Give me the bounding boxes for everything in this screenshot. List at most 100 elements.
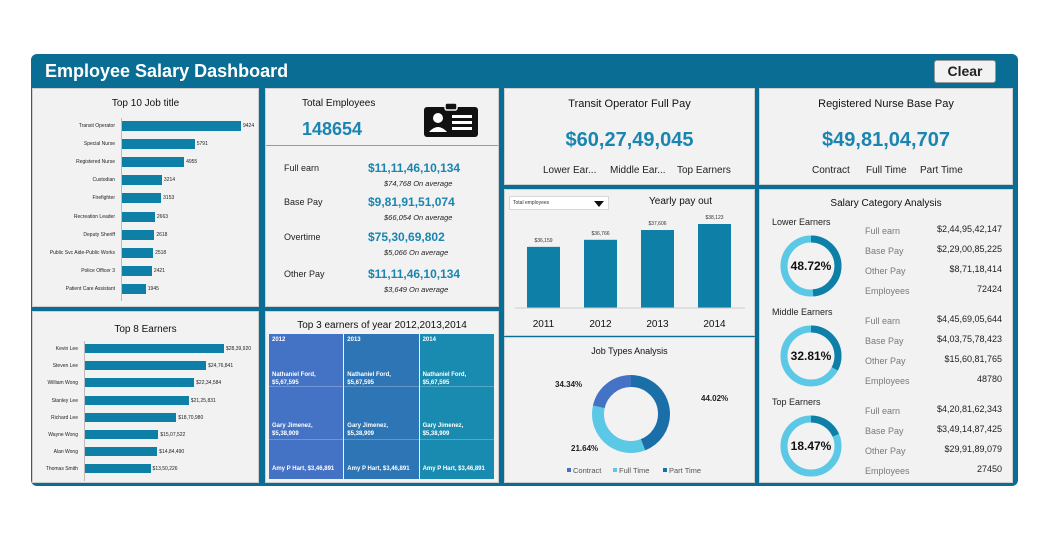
yearly-value-label: $38,123 — [705, 215, 723, 221]
total-employees-value: 148654 — [302, 119, 363, 139]
bar-mark — [121, 193, 162, 204]
legend-swatch — [663, 468, 667, 472]
salary-group-name: Middle Earners — [772, 307, 833, 317]
yearly-bar — [584, 239, 617, 308]
yearly-category-label: 2013 — [646, 319, 669, 330]
bar-label: Deputy Sheriff — [83, 231, 115, 238]
bar-mark — [84, 430, 159, 439]
transit-card: Transit Operator Full Pay $60,27,49,045 … — [504, 88, 755, 185]
bar-mark — [121, 139, 195, 150]
transit-title: Transit Operator Full Pay — [568, 98, 691, 110]
treemap-column-2014[interactable]: 2014 Nathaniel Ford, $5,67,595 Gary Jimene… — [419, 334, 494, 479]
nurse-card: Registered Nurse Base Pay $49,81,04,707 … — [759, 88, 1013, 185]
row-average: $3,649 On average — [384, 285, 448, 294]
bar-value-label: 9424 — [243, 123, 255, 129]
salary-row-label: Base Pay — [865, 426, 904, 436]
top-jobs-title: Top 10 Job title — [111, 98, 180, 109]
nurse-value: $49,81,04,707 — [822, 129, 950, 151]
treemap-cell: Nathaniel Ford, $5,67,595 — [347, 372, 391, 386]
clear-button[interactable]: Clear — [934, 60, 996, 83]
bar-mark — [84, 412, 177, 422]
top-jobs-card: Top 10 Job title Transit Operator 9424 Spe… — [32, 88, 259, 307]
top-earners-title: Top 8 Earners — [114, 324, 177, 335]
treemap-column-2012[interactable]: 2012 Nathaniel Ford, $5,67,595 Gary Jimene… — [269, 334, 344, 479]
treemap-divider — [344, 439, 419, 440]
top3-title: Top 3 earners of year 2012,2013,2014 — [297, 320, 467, 331]
salary-group: Middle Earners 32.81% Full earn $4,45,69,05… — [760, 307, 1012, 395]
salary-row-value: $15,60,81,765 — [944, 354, 1002, 364]
donut-slice-label: 34.34% — [555, 380, 582, 389]
salary-row-value: 48780 — [976, 374, 1002, 384]
salary-row-value: $4,20,81,62,343 — [936, 404, 1002, 414]
bar-label: Kevin Lee — [55, 346, 78, 352]
treemap-year: 2013 — [347, 337, 361, 343]
bar-value-label: $21,25,831 — [190, 397, 216, 404]
bar-label: Alan Wong — [53, 449, 78, 456]
salary-group-name: Lower Earners — [772, 217, 831, 227]
yearly-value-label: $36,159 — [534, 238, 552, 244]
legend-label: Part Time — [669, 466, 701, 475]
treemap-divider — [344, 386, 419, 387]
salary-row-value: 72424 — [976, 284, 1002, 294]
dashboard-title: Employee Salary Dashboard — [45, 61, 289, 81]
bar-mark — [121, 175, 162, 186]
transit-link-lower[interactable]: Lower Ear... — [543, 165, 596, 176]
bar-label: Thomas Smith — [45, 466, 78, 473]
salary-row-value: 27450 — [976, 464, 1002, 474]
row-label: Full earn — [284, 163, 320, 173]
transit-link-top[interactable]: Top Earners — [677, 165, 731, 176]
salary-row-label: Employees — [865, 286, 910, 296]
salary-group-percent: 32.81% — [790, 349, 832, 363]
bar-mark — [84, 447, 158, 457]
salary-row-label: Employees — [865, 466, 910, 476]
row-value: $11,11,46,10,134 — [368, 161, 461, 175]
salary-group: Lower Earners 48.72% Full earn $2,44,95,42,… — [760, 217, 1012, 305]
legend-swatch — [613, 468, 617, 472]
transit-link-middle[interactable]: Middle Ear... — [610, 165, 666, 176]
nurse-link-fulltime[interactable]: Full Time — [866, 165, 907, 176]
bar-mark — [84, 395, 189, 405]
salary-row-value: $2,29,00,85,225 — [936, 244, 1002, 254]
salary-row-value: $4,03,75,78,423 — [936, 334, 1002, 344]
row-average: $5,066 On average — [384, 248, 448, 257]
bar-value-label: 2421 — [153, 267, 165, 274]
bar-value-label: $18,70,980 — [178, 414, 204, 421]
id-badge-icon — [424, 103, 478, 137]
treemap-cell: Amy P Hart, $3,46,891 — [422, 466, 485, 472]
bar-label: Special Nurse — [83, 141, 115, 148]
bar-mark — [84, 378, 195, 388]
salary-row-value: $8,71,18,414 — [949, 264, 1002, 274]
yearly-value-label: $37,606 — [648, 221, 666, 227]
salary-row-label: Other Pay — [865, 356, 906, 366]
bar-value-label: 2663 — [156, 213, 169, 220]
row-label: Overtime — [284, 232, 321, 242]
treemap-divider — [269, 439, 344, 440]
top3-treemap: 2012 Nathaniel Ford, $5,67,595 Gary Jimene… — [269, 334, 495, 479]
treemap-column-2013[interactable]: 2013 Nathaniel Ford, $5,67,595 Gary Jimene… — [344, 334, 419, 479]
row-average-label: On average — [409, 248, 449, 257]
nurse-link-contract[interactable]: Contract — [812, 165, 850, 176]
job-types-card: Job Types Analysis 21.64% 34.34% 44.02% Con… — [504, 337, 755, 483]
treemap-cell: Amy P Hart, $3,46,891 — [347, 466, 410, 472]
yearly-card: Total employees Yearly pay out $36,159 20… — [504, 189, 755, 336]
salary-row-label: Full earn — [865, 316, 901, 326]
bar-mark — [121, 265, 152, 276]
nurse-link-parttime[interactable]: Part Time — [920, 165, 963, 176]
bar-value-label: 1945 — [147, 285, 159, 292]
salary-row-label: Full earn — [865, 406, 901, 416]
axis-line — [84, 341, 85, 481]
salary-group: Top Earners 18.47% Full earn $4,20,81,62,34… — [760, 397, 1012, 485]
divider — [266, 145, 498, 146]
bar-label: Custodian — [92, 177, 115, 184]
row-average-value: $5,066 — [384, 248, 407, 257]
treemap-year: 2014 — [422, 337, 436, 343]
row-average-label: On average — [413, 179, 453, 188]
bar-mark — [121, 211, 155, 222]
salary-row-label: Full earn — [865, 226, 901, 236]
row-average: $74,768 On average — [384, 179, 452, 188]
bar-label: Patient Care Assistant — [65, 285, 115, 292]
bar-label: Stanley Lee — [51, 397, 78, 404]
bar-value-label: $28,39,920 — [226, 346, 252, 352]
bar-mark — [121, 121, 241, 131]
yearly-category-label: 2011 — [533, 319, 555, 330]
